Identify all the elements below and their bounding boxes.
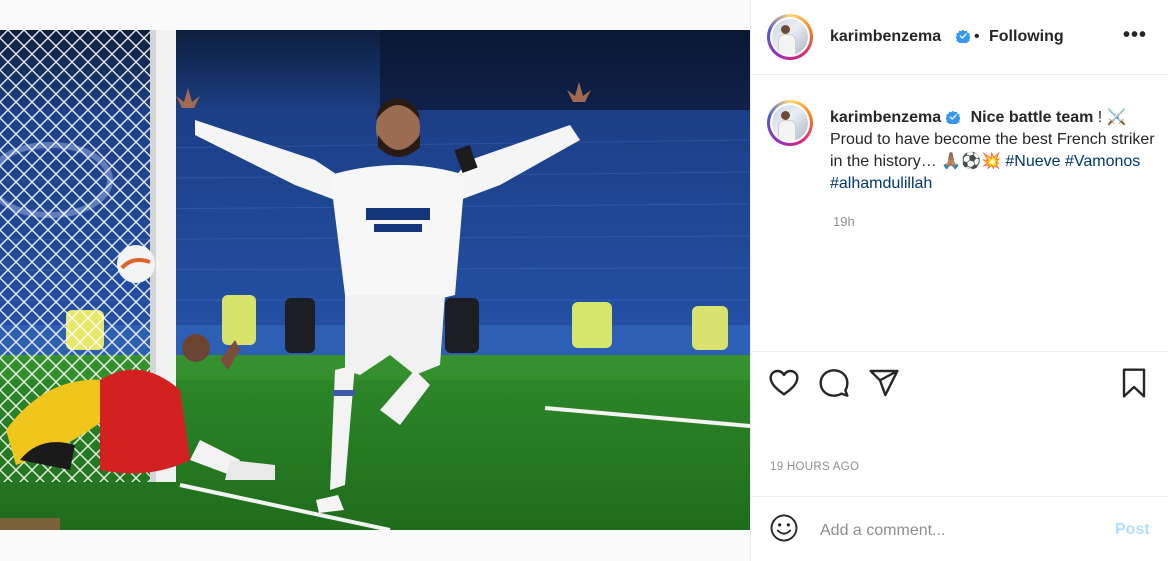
emoji-icon[interactable] (769, 513, 799, 543)
verified-badge-icon (946, 110, 961, 124)
post-details-panel: karimbenzema • Following ••• karimbenzem… (751, 0, 1168, 561)
post-media (0, 0, 750, 561)
share-icon[interactable] (868, 367, 900, 399)
hashtag-link[interactable]: #alhamdulillah (830, 175, 932, 192)
hashtag-link[interactable]: #Nueve (1005, 153, 1060, 170)
caption-time[interactable]: 19h (833, 214, 855, 229)
hashtag-link[interactable]: #Vamonos (1065, 153, 1140, 170)
more-options-icon[interactable]: ••• (1123, 24, 1147, 47)
avatar[interactable] (767, 14, 813, 60)
caption-username-link[interactable]: karimbenzema (830, 109, 941, 126)
post-photo-illustration (0, 30, 750, 530)
caption-avatar[interactable] (767, 100, 813, 146)
post-photo[interactable] (0, 30, 750, 530)
caption-bold-text: Nice battle team (970, 109, 1094, 126)
comment-input[interactable] (820, 519, 1100, 543)
following-button[interactable]: Following (989, 28, 1064, 46)
comment-icon[interactable] (818, 367, 850, 399)
post-timestamp[interactable]: 19 HOURS AGO (770, 461, 859, 473)
verified-badge-icon (956, 29, 970, 43)
bookmark-icon[interactable] (1118, 367, 1150, 399)
follow-separator: • (974, 28, 980, 45)
username-link[interactable]: karimbenzema (830, 28, 941, 46)
post-comment-button[interactable]: Post (1115, 521, 1150, 539)
comment-divider (751, 496, 1168, 497)
post-header: karimbenzema • Following ••• (751, 0, 1168, 75)
actions-divider (751, 351, 1168, 352)
heart-icon[interactable] (768, 367, 800, 399)
caption: karimbenzema Nice battle team ! ⚔️ Proud… (830, 107, 1160, 195)
